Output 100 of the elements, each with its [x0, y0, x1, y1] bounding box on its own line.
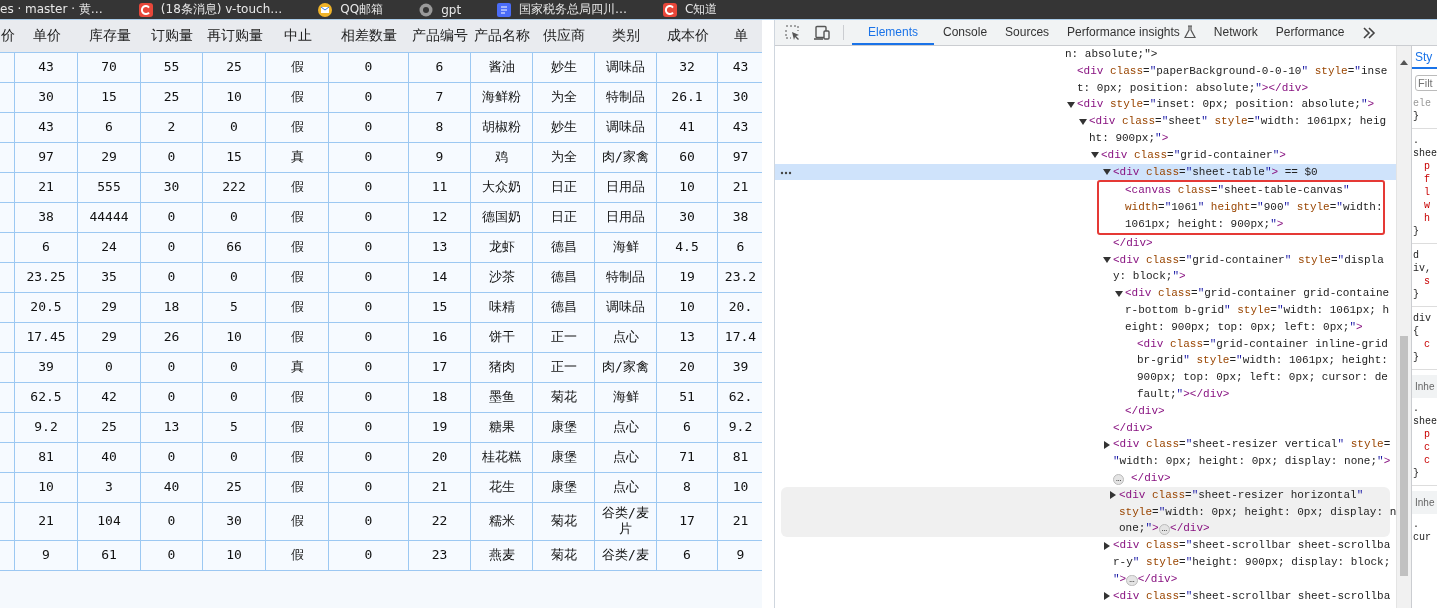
column-header[interactable]: 订购量	[141, 20, 203, 53]
panel-tab[interactable]: Elements	[852, 20, 935, 45]
table-cell: 25	[78, 413, 141, 443]
table-cell: 假	[266, 413, 329, 443]
panel-tab[interactable]: Performance insights	[1058, 20, 1205, 45]
table-cell: 特制品	[595, 83, 657, 113]
table-cell: 23.25	[15, 263, 78, 293]
styles-tab[interactable]: Sty	[1412, 46, 1437, 69]
column-header[interactable]: 产品编号	[409, 20, 471, 53]
dom-node[interactable]: </div>	[1125, 402, 1165, 420]
table-cell: 妙生	[533, 53, 595, 83]
table-cell: 0	[329, 233, 409, 263]
table-cell: 0	[329, 473, 409, 503]
table-cell: 15	[409, 293, 471, 323]
column-header[interactable]: 价	[0, 20, 15, 53]
dom-node[interactable]: <div style="inset: 0px; position: absolute;">	[1077, 96, 1375, 114]
panel-tab[interactable]: Performance	[1266, 20, 1354, 45]
dom-node[interactable]: </div>	[1113, 234, 1153, 252]
table-cell: 日用品	[595, 173, 657, 203]
dom-node[interactable]: <canvas class="sheet-table-canvas" width="1061" height="900" style="width: 1061px; height: 900px;">	[1125, 182, 1383, 233]
c-logo-icon	[663, 2, 678, 17]
mail-icon	[318, 2, 333, 17]
dom-node[interactable]: <div class="grid-container" style="displa y: block;">	[1113, 251, 1384, 286]
dom-node[interactable]: n: absolute;">	[1065, 46, 1158, 63]
collapsed-arrow-icon[interactable]	[1103, 541, 1111, 550]
dom-node[interactable]: </div>	[1113, 419, 1153, 437]
table-cell: 0	[329, 53, 409, 83]
column-header[interactable]: 单	[718, 20, 762, 53]
collapsed-arrow-icon[interactable]	[1103, 440, 1111, 449]
table-cell: 21	[409, 473, 471, 503]
bookmark-link[interactable]: gpt	[419, 2, 462, 17]
collapsed-arrow-icon[interactable]	[1109, 491, 1117, 500]
dom-node[interactable]: <div class="sheet-scrollbar sheet-scrollba r-y" style="height: 900px; display: block; ">…</div>	[1113, 537, 1391, 588]
section-header: Inhe	[1412, 375, 1437, 398]
table-cell: 15	[203, 143, 266, 173]
table-cell: 41	[657, 113, 718, 143]
table-cell: 糯米	[471, 503, 533, 541]
column-header[interactable]: 供应商	[533, 20, 595, 53]
dom-node[interactable]: <div class="sheet-scrollbar sheet-scrollba	[1113, 587, 1391, 605]
dom-row-highlight[interactable]: <div class="sheet-table"> == $0	[775, 163, 1396, 181]
table-cell: 0	[329, 540, 409, 571]
collapsed-arrow-icon[interactable]	[1103, 591, 1111, 600]
column-header[interactable]: 相差数量	[329, 20, 409, 53]
table-cell: 饼干	[471, 323, 533, 353]
css-text: iv,	[1412, 262, 1432, 275]
table-cell: 12	[409, 203, 471, 233]
table-cell: 点心	[595, 443, 657, 473]
filter-field[interactable]: Filt	[1415, 75, 1437, 91]
dom-node[interactable]: <div class="grid-container">	[1101, 146, 1286, 164]
table-cell: 71	[657, 443, 718, 473]
bookmark-link[interactable]: es · master · 黄…	[0, 1, 103, 18]
table-cell: 味精	[471, 293, 533, 323]
scrollbar-thumb[interactable]	[1400, 336, 1408, 576]
table-cell: 3	[78, 473, 141, 503]
bookmark-link[interactable]: QQ邮箱	[318, 1, 384, 18]
dom-node[interactable]: <div class="grid-container inline-grid br-grid" style="width: 1061px; height: 900px; top: 0px; left: 0px; cursor: de fault;"></div>	[1137, 335, 1388, 403]
panel-tab[interactable]: Network	[1204, 20, 1267, 45]
bookmark-link[interactable]: 国家税务总局四川…	[497, 1, 628, 18]
table-cell: 0	[141, 353, 203, 383]
table-cell: 0	[329, 353, 409, 383]
table-cell: 0	[203, 263, 266, 293]
scroll-up-icon[interactable]	[1400, 60, 1408, 65]
table-cell: 鸡	[471, 143, 533, 173]
dom-node[interactable]: <div class="paperBackground-0-0-10" style="inse t: 0px; position: absolute;"></div>	[1077, 62, 1388, 97]
column-header[interactable]: 中止	[266, 20, 329, 53]
panel-tab[interactable]: Console	[934, 20, 997, 45]
table-cell: 19	[657, 263, 718, 293]
bookmark-link[interactable]: (18条消息) v-touch…	[138, 1, 283, 18]
table-cell: 0	[203, 383, 266, 413]
expanded-arrow-icon[interactable]	[1103, 255, 1111, 264]
table-cell: 0	[329, 443, 409, 473]
bookmark-link[interactable]: C知道	[663, 1, 718, 18]
table-cell: 日正	[533, 203, 595, 233]
expanded-arrow-icon[interactable]	[1115, 289, 1123, 298]
table-cell: 81	[15, 443, 78, 473]
table-cell: 假	[266, 383, 329, 413]
scrollbar[interactable]	[1396, 46, 1411, 608]
dom-node[interactable]: <div class="sheet" style="width: 1061px; heig ht: 900px;">	[1089, 113, 1387, 147]
css-text: shee	[1412, 415, 1437, 428]
dom-node[interactable]: <div class="grid-container grid-containe r-bottom b-grid" style="width: 1061px; h eight: 900px; top: 0px; left: 0px;">	[1125, 285, 1390, 336]
panel-tab[interactable]: Sources	[996, 20, 1059, 45]
table-cell: 20.5	[15, 293, 78, 323]
table-cell: 17	[657, 503, 718, 541]
table-cell: 0	[203, 203, 266, 233]
table-cell: 22	[409, 503, 471, 541]
table-cell: 42	[78, 383, 141, 413]
dom-node[interactable]: <div class="sheet-resizer vertical" style= "width: 0px; height: 0px; display: none;"> … </div>	[1113, 436, 1391, 487]
table-cell: 10	[203, 83, 266, 113]
column-header[interactable]: 类别	[595, 20, 657, 53]
column-header[interactable]: 成本价	[657, 20, 718, 53]
column-header[interactable]: 产品名称	[471, 20, 533, 53]
column-header[interactable]: 单价	[15, 20, 78, 53]
table-cell: 555	[78, 173, 141, 203]
document-icon	[497, 2, 512, 17]
column-header[interactable]: 库存量	[78, 20, 141, 53]
css-text: w	[1423, 199, 1431, 212]
dom-node[interactable]: <div class="sheet-table"> == $0	[1113, 163, 1318, 181]
dom-node[interactable]: <div class="sheet-resizer horizontal" style="width: 0px; height: 0px; display: n one;">…</div>	[1119, 486, 1396, 538]
table-cell: 正一	[533, 323, 595, 353]
column-header[interactable]: 再订购量	[203, 20, 266, 53]
